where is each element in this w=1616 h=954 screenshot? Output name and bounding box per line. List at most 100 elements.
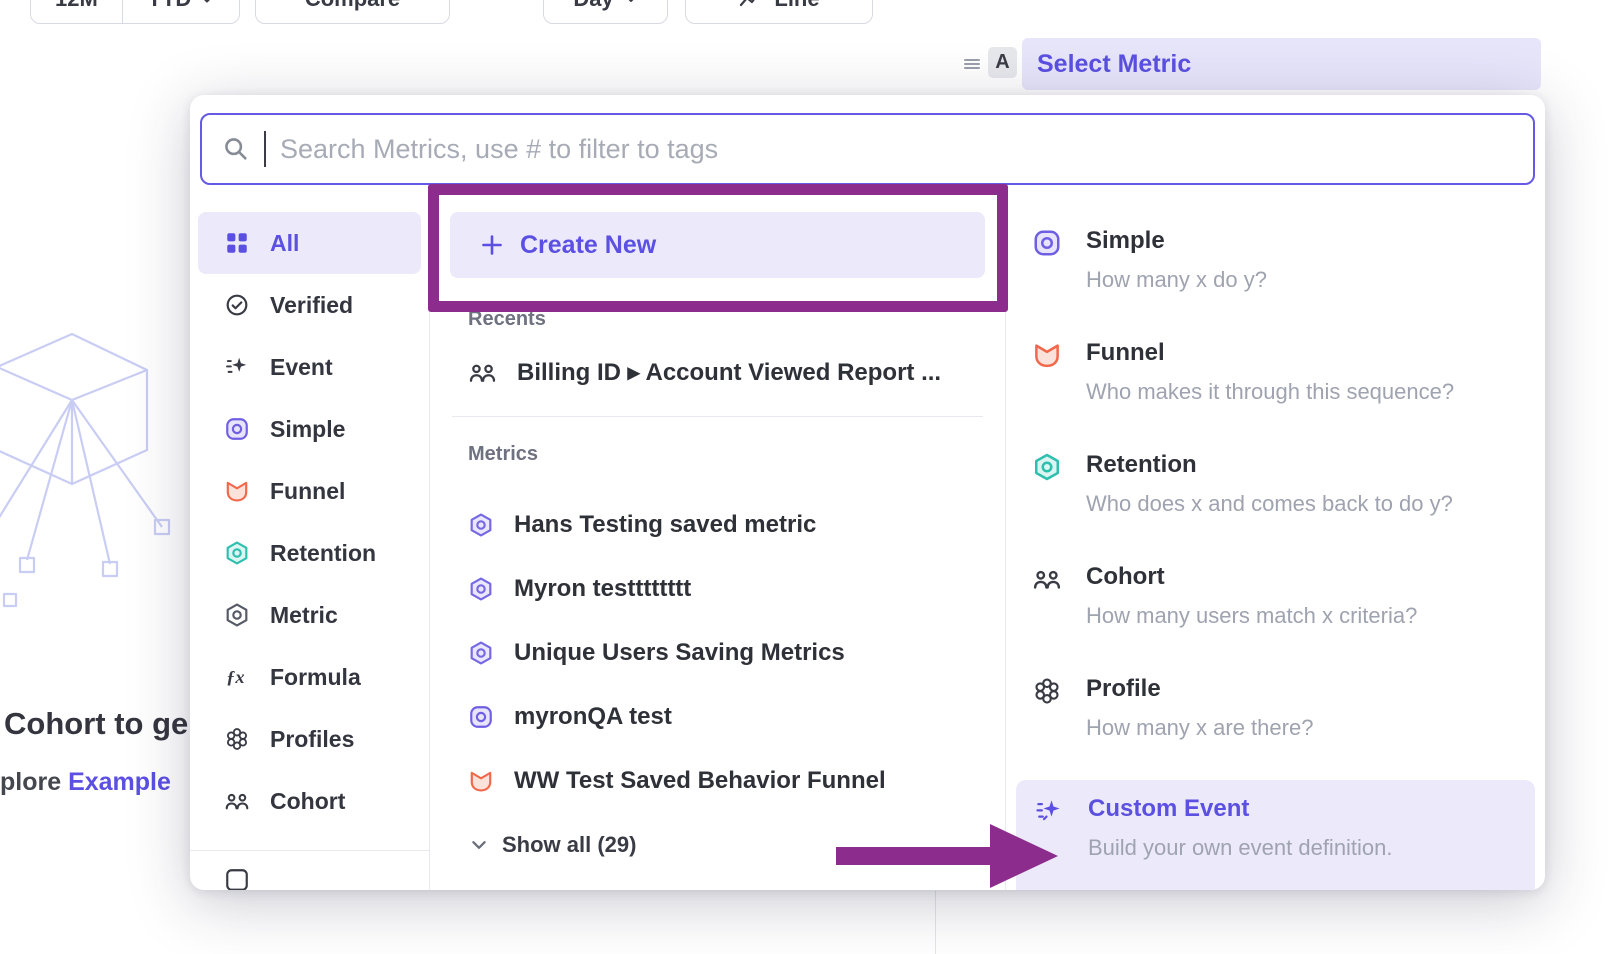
- type-name: Cohort: [1086, 562, 1417, 592]
- simple-icon: [1032, 228, 1062, 258]
- recent-item[interactable]: Billing ID ▸ Account Viewed Report ...: [430, 348, 1005, 396]
- simple-icon: [224, 416, 250, 442]
- sidebar-item-profiles[interactable]: Profiles: [198, 708, 421, 770]
- chevron-down-icon: [199, 0, 215, 7]
- event-icon: [224, 354, 250, 380]
- cohort-icon: [224, 788, 250, 814]
- type-cohort[interactable]: Cohort How many users match x criteria?: [1006, 556, 1545, 668]
- metric-list-item[interactable]: Unique Users Saving Metrics: [430, 621, 1005, 685]
- empty-state-subline: plore Example: [0, 768, 171, 797]
- decorative-wireframe: [0, 322, 217, 637]
- metric-list-column: Create New Recents Billing ID ▸ Account …: [430, 200, 1005, 890]
- metric-row-badge: A: [988, 47, 1017, 78]
- range-ytd-button[interactable]: YTD: [123, 0, 239, 23]
- modal-body: All Verified Event: [190, 200, 1545, 890]
- select-metric-label: Select Metric: [1037, 50, 1191, 79]
- chevron-down-icon: [624, 0, 638, 6]
- saved-metric-icon: [468, 512, 494, 538]
- example-link[interactable]: Example: [68, 768, 171, 796]
- recent-item-label: Billing ID ▸ Account Viewed Report ...: [517, 358, 941, 387]
- type-description: How many users match x criteria?: [1086, 603, 1417, 629]
- compare-button[interactable]: Compare: [255, 0, 450, 24]
- sidebar-label: Event: [270, 354, 333, 381]
- formula-icon: ƒx: [224, 664, 250, 690]
- line-chart-icon: [738, 0, 762, 11]
- saved-metric-list: Hans Testing saved metric Myron testtttt…: [430, 493, 1005, 813]
- day-dropdown[interactable]: Day: [543, 0, 668, 24]
- type-simple[interactable]: Simple How many x do y?: [1006, 220, 1545, 332]
- sidebar-item-verified[interactable]: Verified: [198, 274, 421, 336]
- verified-icon: [224, 292, 250, 318]
- sidebar-label: Funnel: [270, 478, 345, 505]
- saved-metric-icon: [468, 640, 494, 666]
- metric-list-item[interactable]: Myron testttttttt: [430, 557, 1005, 621]
- funnel-icon: [468, 768, 494, 794]
- badge-letter: A: [995, 51, 1009, 74]
- type-retention[interactable]: Retention Who does x and comes back to d…: [1006, 444, 1545, 556]
- sidebar-item-event[interactable]: Event: [198, 336, 421, 398]
- type-description: Who does x and comes back to do y?: [1086, 491, 1453, 517]
- range-ytd-label: YTD: [147, 0, 191, 12]
- sidebar-item-metric[interactable]: Metric: [198, 584, 421, 646]
- metric-list-item[interactable]: WW Test Saved Behavior Funnel: [430, 749, 1005, 813]
- sidebar-label: Verified: [270, 292, 353, 319]
- select-metric-field[interactable]: Select Metric: [1022, 38, 1541, 90]
- type-name: Profile: [1086, 674, 1313, 704]
- compare-label: Compare: [305, 0, 400, 12]
- sidebar-item-cohort[interactable]: Cohort: [198, 770, 421, 832]
- metric-item-label: Unique Users Saving Metrics: [514, 639, 845, 667]
- create-new-label: Create New: [520, 231, 656, 260]
- sidebar-item-simple[interactable]: Simple: [198, 398, 421, 460]
- type-custom-event[interactable]: Custom Event Build your own event defini…: [1016, 780, 1535, 890]
- metric-list-item[interactable]: Hans Testing saved metric: [430, 493, 1005, 557]
- create-new-button[interactable]: Create New: [450, 212, 985, 278]
- recents-header: Recents: [468, 308, 1005, 332]
- subline-text: plore: [0, 768, 68, 796]
- sidebar-item-funnel[interactable]: Funnel: [198, 460, 421, 522]
- cohort-icon: [1032, 564, 1062, 594]
- sidebar-label: Cohort: [270, 788, 345, 815]
- date-range-toggle: 12M YTD: [30, 0, 240, 24]
- profiles-icon: [224, 726, 250, 752]
- drag-handle-icon[interactable]: [963, 55, 981, 73]
- type-description: How many x are there?: [1086, 715, 1313, 741]
- metric-search-bar[interactable]: [200, 113, 1535, 185]
- sidebar-divider: [190, 850, 429, 851]
- type-name: Retention: [1086, 450, 1453, 480]
- type-funnel[interactable]: Funnel Who makes it through this sequenc…: [1006, 332, 1545, 444]
- sidebar-item-formula[interactable]: ƒx Formula: [198, 646, 421, 708]
- metric-type-column: Simple How many x do y? Funnel Who makes…: [1005, 200, 1545, 890]
- saved-metric-icon: [468, 576, 494, 602]
- sidebar-item-partial[interactable]: [224, 867, 429, 890]
- panel-divider: [935, 891, 936, 954]
- line-chart-type-button[interactable]: Line: [685, 0, 873, 24]
- funnel-icon: [224, 478, 250, 504]
- metric-item-label: Hans Testing saved metric: [514, 511, 816, 539]
- custom-event-icon: [1034, 796, 1064, 826]
- metric-icon: [224, 602, 250, 628]
- search-input[interactable]: [280, 134, 1513, 165]
- range-12m-button[interactable]: 12M: [31, 0, 122, 23]
- sidebar-item-all[interactable]: All: [198, 212, 421, 274]
- metric-list-item[interactable]: myronQA test: [430, 685, 1005, 749]
- sidebar-label: All: [270, 230, 299, 257]
- type-name: Simple: [1086, 226, 1267, 256]
- headline-text: Cohort to ge: [4, 706, 188, 741]
- metric-item-label: Myron testttttttt: [514, 575, 691, 603]
- type-description: Build your own event definition.: [1088, 835, 1393, 861]
- show-all-label: Show all (29): [502, 832, 636, 858]
- search-icon: [222, 135, 250, 163]
- retention-icon: [1032, 452, 1062, 482]
- metric-item-label: WW Test Saved Behavior Funnel: [514, 767, 886, 795]
- type-name: Custom Event: [1088, 794, 1393, 824]
- sidebar-label: Metric: [270, 602, 338, 629]
- range-12m-label: 12M: [55, 0, 98, 12]
- funnel-icon: [1032, 340, 1062, 370]
- type-description: How many x do y?: [1086, 267, 1267, 293]
- chevron-down-icon: [470, 836, 488, 854]
- type-profile[interactable]: Profile How many x are there?: [1006, 668, 1545, 780]
- type-description: Who makes it through this sequence?: [1086, 379, 1454, 405]
- show-all-toggle[interactable]: Show all (29): [430, 821, 1005, 869]
- sidebar-item-retention[interactable]: Retention: [198, 522, 421, 584]
- app-screen: 12M YTD Compare Day Line A Select Metric: [0, 0, 1616, 954]
